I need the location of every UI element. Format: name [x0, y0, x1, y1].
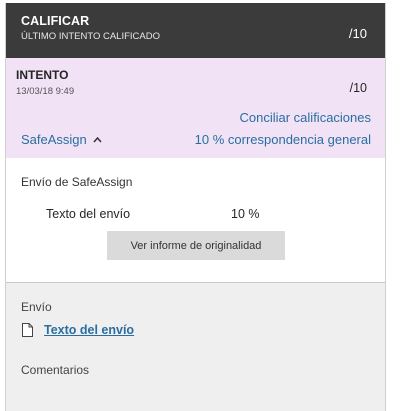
grade-header: CALIFICAR ÚLTIMO INTENTO CALIFICADO /10	[6, 3, 385, 58]
grade-score: /10	[348, 26, 367, 41]
reconcile-grades-link[interactable]: Conciliar calificaciones	[240, 110, 372, 125]
safeassign-toggle-label: SafeAssign	[21, 132, 87, 147]
submission-section: Envío Texto del envío Comentarios	[6, 283, 385, 411]
safeassign-row-value: 10 %	[231, 207, 260, 221]
grading-panel: CALIFICAR ÚLTIMO INTENTO CALIFICADO /10 …	[5, 3, 386, 411]
grade-title: CALIFICAR	[21, 14, 90, 28]
document-icon	[22, 323, 33, 337]
view-originality-report-button[interactable]: Ver informe de originalidad	[107, 231, 285, 260]
safeassign-toggle[interactable]: SafeAssign	[21, 132, 102, 147]
submission-heading: Envío	[21, 300, 52, 314]
safeassign-row-label: Texto del envío	[46, 207, 131, 221]
overall-match-link[interactable]: 10 % correspondencia general	[195, 132, 371, 147]
safeassign-heading: Envío de SafeAssign	[21, 175, 133, 189]
attempt-title: INTENTO	[16, 68, 69, 82]
attempt-score: /10	[349, 81, 367, 95]
chevron-up-icon	[93, 136, 102, 143]
comments-label: Comentarios	[21, 363, 90, 377]
grade-subtitle: ÚLTIMO INTENTO CALIFICADO	[21, 31, 160, 42]
attempt-date: 13/03/18 9:49	[16, 86, 75, 97]
attempt-section: INTENTO 13/03/18 9:49 /10 Conciliar cali…	[6, 58, 385, 159]
safeassign-section: Envío de SafeAssign Texto del envío 10 %…	[6, 158, 385, 283]
submission-text-link[interactable]: Texto del envío	[44, 323, 134, 337]
